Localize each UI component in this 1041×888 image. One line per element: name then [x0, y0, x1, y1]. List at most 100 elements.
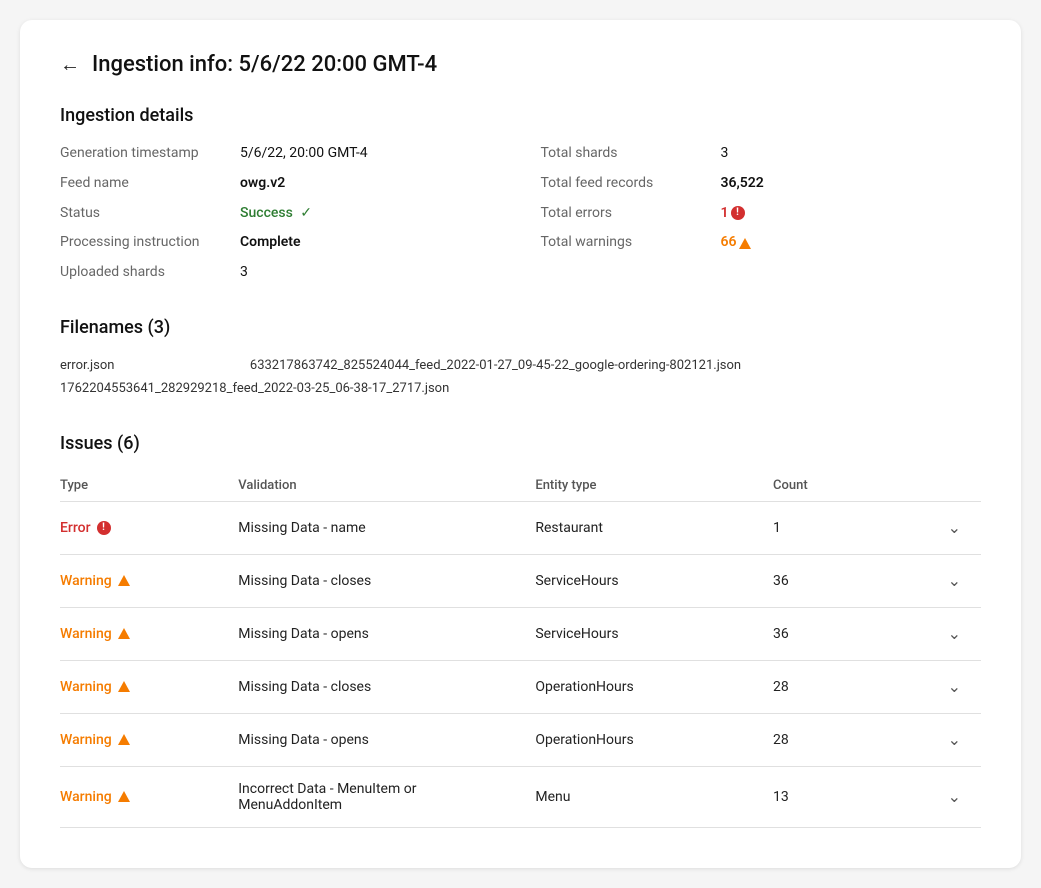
detail-value-errors: 1	[721, 202, 729, 226]
table-cell-entity: OperationHours	[535, 713, 773, 766]
table-row: Warning Missing Data - closesOperationHo…	[60, 660, 981, 713]
filenames-title: Filenames (3)	[60, 317, 981, 338]
detail-row-feed-records: Total feed records 36,522	[541, 172, 982, 196]
warning-text: Warning	[60, 679, 112, 695]
warning-text: Warning	[60, 573, 112, 589]
expand-button[interactable]: ⌄	[940, 516, 969, 540]
detail-label-warnings: Total warnings	[541, 231, 721, 255]
error-text: Error	[60, 520, 91, 536]
warning-text: Warning	[60, 732, 112, 748]
detail-label-feed-records: Total feed records	[541, 172, 721, 196]
details-right-col: Total shards 3 Total feed records 36,522…	[541, 142, 982, 285]
type-warning-label: Warning	[60, 679, 226, 695]
page-title: Ingestion info: 5/6/22 20:00 GMT-4	[92, 52, 437, 77]
detail-row-status: Status Success ✓	[60, 202, 501, 226]
table-cell-expand[interactable]: ⌄	[892, 607, 981, 660]
col-header-type: Type	[60, 470, 238, 502]
table-cell-expand[interactable]: ⌄	[892, 713, 981, 766]
page-header: ← Ingestion info: 5/6/22 20:00 GMT-4	[60, 52, 981, 77]
table-cell-count: 28	[773, 660, 892, 713]
table-cell-validation: Missing Data - opens	[238, 607, 535, 660]
table-cell-entity: Menu	[535, 766, 773, 827]
detail-label-processing: Processing instruction	[60, 231, 240, 255]
detail-row-shards: Uploaded shards 3	[60, 261, 501, 285]
warning-icon	[118, 791, 130, 802]
col-header-validation: Validation	[238, 470, 535, 502]
ingestion-details-title: Ingestion details	[60, 105, 981, 126]
warning-triangle-icon	[739, 238, 751, 249]
warning-icon	[118, 628, 130, 639]
warning-text: Warning	[60, 789, 112, 805]
detail-row-timestamp: Generation timestamp 5/6/22, 20:00 GMT-4	[60, 142, 501, 166]
filenames-section: Filenames (3) error.json 633217863742_82…	[60, 317, 981, 401]
detail-row-feed: Feed name owg.v2	[60, 172, 501, 196]
table-row: Warning Missing Data - opensOperationHou…	[60, 713, 981, 766]
table-row: Warning Missing Data - opensServiceHours…	[60, 607, 981, 660]
table-cell-validation: Missing Data - closes	[238, 554, 535, 607]
filename-item: 1762204553641_282929218_feed_2022-03-25_…	[60, 377, 981, 400]
type-warning-label: Warning	[60, 732, 226, 748]
error-circle-icon: !	[731, 206, 745, 220]
detail-label-total-shards: Total shards	[541, 142, 721, 166]
detail-label-errors: Total errors	[541, 202, 721, 226]
type-error-label: Error !	[60, 520, 226, 536]
detail-value-feed-records: 36,522	[721, 172, 764, 196]
detail-value-processing: Complete	[240, 231, 301, 255]
detail-label-status: Status	[60, 202, 240, 226]
detail-value-warnings: 66	[721, 231, 737, 255]
col-header-count: Count	[773, 470, 892, 502]
detail-value-total-shards: 3	[721, 142, 729, 166]
type-warning-label: Warning	[60, 626, 226, 642]
table-cell-expand[interactable]: ⌄	[892, 554, 981, 607]
col-header-action	[892, 470, 981, 502]
table-cell-count: 1	[773, 501, 892, 554]
table-cell-expand[interactable]: ⌄	[892, 660, 981, 713]
issues-table: Type Validation Entity type Count Error …	[60, 470, 981, 828]
expand-button[interactable]: ⌄	[940, 675, 969, 699]
expand-button[interactable]: ⌄	[940, 728, 969, 752]
detail-row-errors: Total errors 1 !	[541, 202, 982, 226]
table-row: Warning Missing Data - closesServiceHour…	[60, 554, 981, 607]
issues-section: Issues (6) Type Validation Entity type C…	[60, 433, 981, 828]
check-icon: ✓	[300, 205, 312, 221]
table-cell-count: 13	[773, 766, 892, 827]
detail-value-shards: 3	[240, 261, 248, 285]
detail-value-timestamp: 5/6/22, 20:00 GMT-4	[240, 142, 368, 166]
back-button[interactable]: ←	[60, 52, 80, 77]
table-cell-count: 36	[773, 607, 892, 660]
warning-icon	[118, 575, 130, 586]
detail-label-shards: Uploaded shards	[60, 261, 240, 285]
table-cell-entity: Restaurant	[535, 501, 773, 554]
detail-label-feed: Feed name	[60, 172, 240, 196]
table-cell-validation: Missing Data - opens	[238, 713, 535, 766]
warning-text: Warning	[60, 626, 112, 642]
error-icon: !	[97, 521, 111, 535]
ingestion-details-section: Ingestion details Generation timestamp 5…	[60, 105, 981, 285]
type-warning-label: Warning	[60, 789, 226, 805]
details-left-col: Generation timestamp 5/6/22, 20:00 GMT-4…	[60, 142, 501, 285]
type-warning-label: Warning	[60, 573, 226, 589]
issues-title: Issues (6)	[60, 433, 981, 454]
table-cell-entity: OperationHours	[535, 660, 773, 713]
table-cell-entity: ServiceHours	[535, 607, 773, 660]
detail-row-total-shards: Total shards 3	[541, 142, 982, 166]
table-row: Error ! Missing Data - nameRestaurant1⌄	[60, 501, 981, 554]
details-grid: Generation timestamp 5/6/22, 20:00 GMT-4…	[60, 142, 981, 285]
expand-button[interactable]: ⌄	[940, 622, 969, 646]
table-cell-expand[interactable]: ⌄	[892, 501, 981, 554]
table-cell-expand[interactable]: ⌄	[892, 766, 981, 827]
main-card: ← Ingestion info: 5/6/22 20:00 GMT-4 Ing…	[20, 20, 1021, 868]
table-cell-validation: Missing Data - closes	[238, 660, 535, 713]
table-cell-count: 28	[773, 713, 892, 766]
table-header-row: Type Validation Entity type Count	[60, 470, 981, 502]
detail-row-processing: Processing instruction Complete	[60, 231, 501, 255]
detail-value-status: Success ✓	[240, 202, 312, 226]
warning-icon	[118, 734, 130, 745]
table-row: Warning Incorrect Data - MenuItem or Men…	[60, 766, 981, 827]
table-cell-validation: Incorrect Data - MenuItem or MenuAddonIt…	[238, 766, 535, 827]
table-cell-entity: ServiceHours	[535, 554, 773, 607]
expand-button[interactable]: ⌄	[940, 569, 969, 593]
expand-button[interactable]: ⌄	[940, 785, 969, 809]
warning-icon	[118, 681, 130, 692]
filenames-list: error.json 633217863742_825524044_feed_2…	[60, 354, 981, 401]
